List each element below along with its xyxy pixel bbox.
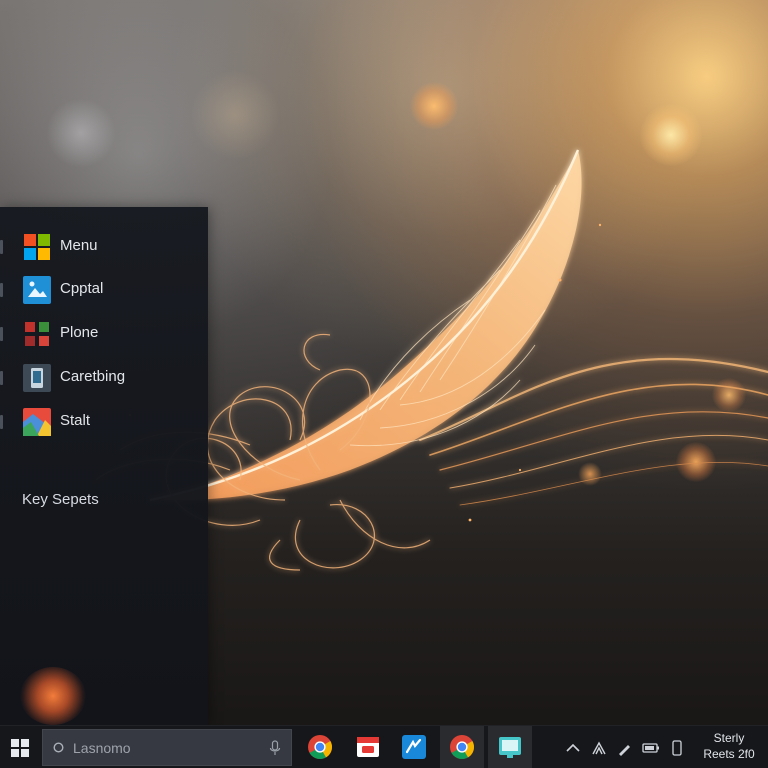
start-item-stalt[interactable]: Stalt [0,402,208,442]
start-item-label: Cpptal [60,280,104,297]
start-item-label: Stalt [60,412,91,429]
device-icon [23,364,51,392]
pen-icon[interactable] [616,739,634,757]
red-grid-icon [25,322,49,346]
item-indicator [0,371,3,385]
start-menu-panel: Menu Cpptal Plone Caretbing Stalt Key Se… [0,207,208,725]
start-item-caretbing[interactable]: Caretbing [0,358,208,398]
chevron-up-icon[interactable] [564,739,582,757]
network-icon[interactable] [590,739,608,757]
ambient-glow [20,667,86,725]
item-indicator [0,240,3,254]
microphone-icon[interactable] [269,740,281,756]
start-item-label: Caretbing [60,368,126,385]
windows-tiles-icon [24,234,50,260]
search-icon [53,742,64,753]
item-indicator [0,283,3,297]
search-placeholder: Lasnomo [73,740,131,756]
start-item-label: Plone [60,324,99,341]
start-item-label: Menu [60,237,98,254]
phone-icon[interactable] [668,739,686,757]
item-indicator [0,327,3,341]
desktop: Menu Cpptal Plone Caretbing Stalt Key Se… [0,0,768,768]
photo-app-icon [23,276,51,304]
chrome-icon [450,735,475,760]
red-app-icon [357,737,379,757]
chrome-icon [308,735,333,760]
taskbar-app-red[interactable] [346,726,390,768]
blue-app-icon [402,735,426,759]
taskbar-search-box[interactable]: Lasnomo [42,729,292,766]
clock-line-2: Reets 2f0 [703,747,755,761]
taskbar-app-chrome-active[interactable] [440,726,484,768]
item-indicator [0,415,3,429]
start-item-plone[interactable]: Plone [0,314,208,354]
start-item-cpptal[interactable]: Cpptal [0,270,208,310]
taskbar-app-blue[interactable] [392,726,436,768]
taskbar-app-teal[interactable] [488,726,532,768]
start-item-menu[interactable]: Menu [0,227,208,267]
clock-line-1: Sterly [713,731,745,745]
battery-icon[interactable] [642,739,660,757]
colorful-app-icon [23,408,51,436]
teal-app-icon [499,737,521,758]
taskbar-clock[interactable]: Sterly Reets 2f0 [694,730,764,766]
section-heading: Key Sepets [22,491,99,508]
taskbar-app-chrome[interactable] [298,726,342,768]
start-button[interactable] [0,726,40,768]
windows-logo-icon [11,739,29,757]
taskbar: Lasnomo Sterly Reets 2f0 [0,725,768,768]
